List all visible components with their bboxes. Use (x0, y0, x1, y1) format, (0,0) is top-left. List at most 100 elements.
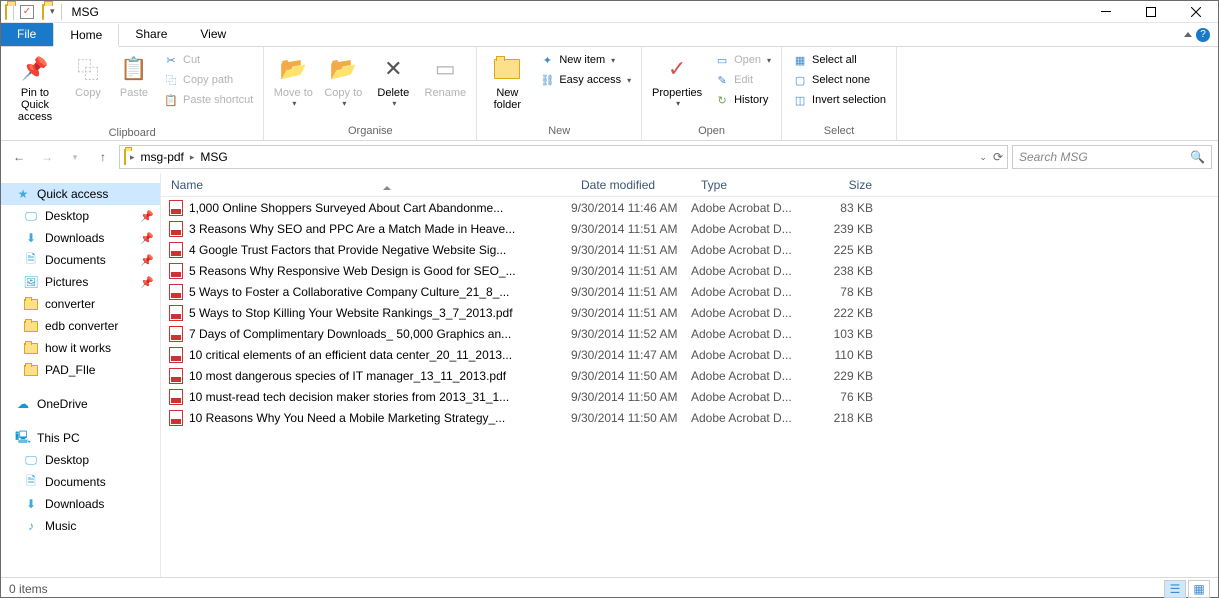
file-row[interactable]: 10 must-read tech decision maker stories… (161, 386, 1218, 407)
file-size: 83 KB (811, 201, 881, 215)
file-type: Adobe Acrobat D... (691, 285, 811, 299)
qat-dropdown-icon[interactable]: ▾ (50, 6, 55, 17)
view-details-button[interactable]: ☰ (1164, 580, 1186, 598)
help-icon[interactable]: ? (1196, 28, 1210, 42)
collapse-ribbon-icon[interactable] (1184, 32, 1192, 37)
copy-button[interactable]: ⿻ Copy (67, 51, 109, 101)
paste-button[interactable]: 📋 Paste (113, 51, 155, 101)
search-placeholder: Search MSG (1019, 150, 1088, 164)
file-name: 10 critical elements of an efficient dat… (189, 348, 512, 362)
tab-view[interactable]: View (184, 23, 243, 46)
qat-folder-icon[interactable] (42, 5, 44, 19)
invert-selection-button[interactable]: ◫Invert selection (788, 91, 890, 109)
sidebar-item-this-pc[interactable]: 🖳 This PC (1, 427, 160, 449)
column-header-date[interactable]: Date modified (571, 178, 691, 192)
tab-share[interactable]: Share (119, 23, 184, 46)
breadcrumb-seg-2[interactable]: MSG (198, 150, 229, 164)
sidebar-item-pc-desktop[interactable]: 🖵 Desktop (1, 449, 160, 471)
move-to-button[interactable]: 📂 Move to▾ (270, 51, 316, 110)
new-folder-icon (491, 53, 523, 85)
open-button[interactable]: ▭Open▾ (710, 51, 775, 69)
group-label-new: New (477, 123, 641, 140)
file-type: Adobe Acrobat D... (691, 390, 811, 404)
file-row[interactable]: 10 most dangerous species of IT manager_… (161, 365, 1218, 386)
status-bar: 0 items ☰ ▦ (1, 577, 1218, 599)
minimize-button[interactable] (1083, 1, 1128, 23)
paste-shortcut-icon: 📋 (163, 92, 179, 108)
delete-button[interactable]: ✕ Delete▾ (370, 51, 416, 110)
up-button[interactable]: ↑ (91, 145, 115, 169)
file-name: 7 Days of Complimentary Downloads_ 50,00… (189, 327, 511, 341)
music-icon: ♪ (23, 518, 39, 534)
sidebar-item-pc-music[interactable]: ♪ Music (1, 515, 160, 537)
file-row[interactable]: 5 Ways to Foster a Collaborative Company… (161, 281, 1218, 302)
copy-path-button[interactable]: ⿻Copy path (159, 71, 257, 89)
tab-file[interactable]: File (1, 23, 53, 46)
sidebar-item-pad-file[interactable]: PAD_FIle (1, 359, 160, 381)
forward-button[interactable]: → (35, 145, 59, 169)
address-bar[interactable]: ▸ msg-pdf ▸ MSG ⌄ ⟳ (119, 145, 1008, 169)
file-row[interactable]: 10 Reasons Why You Need a Mobile Marketi… (161, 407, 1218, 428)
refresh-icon[interactable]: ⟳ (993, 150, 1003, 164)
quick-access-icon: ★ (15, 186, 31, 202)
sidebar-item-converter[interactable]: converter (1, 293, 160, 315)
sidebar-item-quick-access[interactable]: ★ Quick access (1, 183, 160, 205)
select-all-button[interactable]: ▦Select all (788, 51, 890, 69)
copy-to-button[interactable]: 📂 Copy to▾ (320, 51, 366, 110)
close-button[interactable] (1173, 1, 1218, 23)
chevron-right-icon[interactable]: ▸ (126, 152, 139, 163)
chevron-right-icon[interactable]: ▸ (186, 152, 199, 163)
rename-button[interactable]: ▭ Rename (420, 51, 470, 101)
file-date: 9/30/2014 11:50 AM (571, 369, 691, 383)
paste-shortcut-button[interactable]: 📋Paste shortcut (159, 91, 257, 109)
sidebar-item-documents[interactable]: 🗎 Documents 📌 (1, 249, 160, 271)
file-type: Adobe Acrobat D... (691, 348, 811, 362)
file-name: 10 Reasons Why You Need a Mobile Marketi… (189, 411, 505, 425)
properties-button[interactable]: ✓ Properties▾ (648, 51, 706, 110)
file-row[interactable]: 10 critical elements of an efficient dat… (161, 344, 1218, 365)
easy-access-button[interactable]: ⛓Easy access▾ (535, 71, 635, 89)
sidebar-item-edb-converter[interactable]: edb converter (1, 315, 160, 337)
file-name: 1,000 Online Shoppers Surveyed About Car… (189, 201, 503, 215)
sidebar-item-downloads[interactable]: ⬇ Downloads 📌 (1, 227, 160, 249)
address-dropdown-icon[interactable]: ⌄ (979, 152, 987, 163)
select-none-button[interactable]: ▢Select none (788, 71, 890, 89)
file-type: Adobe Acrobat D... (691, 264, 811, 278)
file-date: 9/30/2014 11:51 AM (571, 264, 691, 278)
file-type: Adobe Acrobat D... (691, 369, 811, 383)
sidebar-item-onedrive[interactable]: ☁ OneDrive (1, 393, 160, 415)
copy-path-icon: ⿻ (163, 72, 179, 88)
pin-icon: 📌 (140, 254, 154, 267)
recent-locations-button[interactable]: ▾ (63, 145, 87, 169)
file-row[interactable]: 1,000 Online Shoppers Surveyed About Car… (161, 197, 1218, 218)
column-header-name[interactable]: Name (161, 178, 571, 192)
pdf-icon (169, 284, 183, 300)
file-row[interactable]: 5 Ways to Stop Killing Your Website Rank… (161, 302, 1218, 323)
new-item-button[interactable]: ✦New item▾ (535, 51, 635, 69)
file-row[interactable]: 3 Reasons Why SEO and PPC Are a Match Ma… (161, 218, 1218, 239)
sidebar-item-how-it-works[interactable]: how it works (1, 337, 160, 359)
file-row[interactable]: 5 Reasons Why Responsive Web Design is G… (161, 260, 1218, 281)
column-header-type[interactable]: Type (691, 178, 811, 192)
cut-button[interactable]: ✂Cut (159, 51, 257, 69)
sidebar-item-pc-documents[interactable]: 🗎 Documents (1, 471, 160, 493)
sidebar-item-desktop[interactable]: 🖵 Desktop 📌 (1, 205, 160, 227)
maximize-button[interactable] (1128, 1, 1173, 23)
back-button[interactable]: ← (7, 145, 31, 169)
pin-to-quick-access-button[interactable]: 📌 Pin to Quick access (7, 51, 63, 125)
pictures-icon: 🖼 (23, 274, 39, 290)
search-input[interactable]: Search MSG 🔍 (1012, 145, 1212, 169)
delete-icon: ✕ (377, 53, 409, 85)
view-large-icons-button[interactable]: ▦ (1188, 580, 1210, 598)
file-row[interactable]: 7 Days of Complimentary Downloads_ 50,00… (161, 323, 1218, 344)
file-row[interactable]: 4 Google Trust Factors that Provide Nega… (161, 239, 1218, 260)
tab-home[interactable]: Home (53, 24, 119, 47)
breadcrumb-seg-1[interactable]: msg-pdf (139, 150, 186, 164)
sidebar-item-pictures[interactable]: 🖼 Pictures 📌 (1, 271, 160, 293)
history-button[interactable]: ↻History (710, 91, 775, 109)
edit-button[interactable]: ✎Edit (710, 71, 775, 89)
sidebar-item-pc-downloads[interactable]: ⬇ Downloads (1, 493, 160, 515)
qat-properties-icon[interactable]: ✓ (20, 5, 34, 19)
new-folder-button[interactable]: New folder (483, 51, 531, 113)
column-header-size[interactable]: Size (811, 178, 881, 192)
